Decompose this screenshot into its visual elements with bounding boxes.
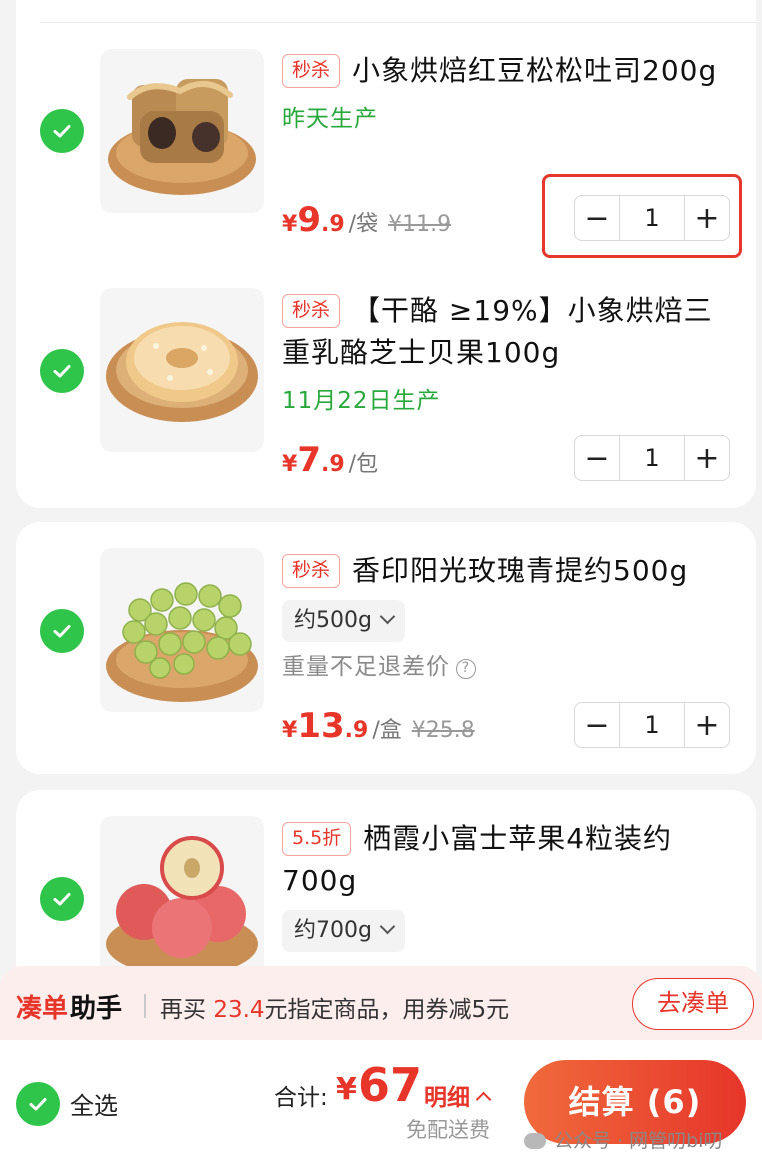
- item-check-icon[interactable]: [40, 349, 84, 393]
- divider: [40, 22, 756, 23]
- promo-tag: 5.5折: [282, 822, 352, 856]
- total-currency: ¥: [336, 1072, 357, 1107]
- helper-title-b: 助手: [70, 994, 123, 1024]
- minus-button[interactable]: −: [575, 436, 619, 480]
- price-unit: /盒: [372, 718, 402, 743]
- original-price: ¥25.8: [411, 718, 475, 743]
- plus-button[interactable]: +: [685, 703, 729, 747]
- spec-select[interactable]: 约700g: [282, 910, 405, 952]
- spec-select[interactable]: 约500g: [282, 600, 405, 642]
- detail-toggle[interactable]: 明细: [424, 1078, 492, 1112]
- price: ¥13.9/盒 ¥25.8: [282, 706, 475, 746]
- select-all-check-icon[interactable]: [16, 1082, 60, 1126]
- item-info: 秒杀 香印阳光玫瑰青提约500g 约500g 重量不足退差价?: [282, 550, 736, 682]
- plus-button[interactable]: +: [685, 436, 729, 480]
- quantity-stepper: − 1 +: [574, 702, 730, 748]
- production-date: 11月22日生产: [282, 388, 441, 414]
- chevron-down-icon: [379, 608, 396, 625]
- total-value: 67: [358, 1058, 423, 1112]
- divider: [144, 994, 146, 1018]
- item-check-icon[interactable]: [40, 877, 84, 921]
- select-all-label[interactable]: 全选: [70, 1086, 118, 1121]
- quantity-stepper: − 1 +: [574, 435, 730, 481]
- promo-tag: 秒杀: [282, 294, 341, 328]
- product-image[interactable]: [100, 816, 264, 980]
- product-image[interactable]: [100, 288, 264, 452]
- price-unit: /包: [348, 452, 379, 477]
- product-title[interactable]: 5.5折 栖霞小富士苹果4粒装约700g: [282, 818, 736, 902]
- product-title[interactable]: 秒杀 香印阳光玫瑰青提约500g: [282, 550, 736, 592]
- go-bundle-button[interactable]: 去凑单: [632, 978, 754, 1030]
- chevron-down-icon: [379, 918, 396, 935]
- checkout-footer: 全选 合计: ¥ 67 明细 免配送费 结算 (6) 公众号 · 网管叨bi叨: [0, 1040, 762, 1170]
- help-icon[interactable]: ?: [456, 659, 476, 679]
- quantity-value[interactable]: 1: [619, 436, 685, 480]
- free-shipping-text: 免配送费: [406, 1118, 490, 1142]
- minus-button[interactable]: −: [575, 703, 619, 747]
- quantity-value[interactable]: 1: [619, 703, 685, 747]
- cart-card-bakery: 秒杀 小象烘焙红豆松松吐司200g 昨天生产 ¥9.9/袋 ¥11.9 − 1 +: [16, 0, 756, 508]
- cart-card-grapes: 秒杀 香印阳光玫瑰青提约500g 约500g 重量不足退差价? ¥13.9/盒 ¥2…: [16, 522, 756, 774]
- item-check-icon[interactable]: [40, 609, 84, 653]
- product-image[interactable]: [100, 548, 264, 712]
- chevron-up-icon: [475, 1091, 492, 1108]
- total-label: 合计:: [274, 1085, 328, 1111]
- helper-amount: 23.4: [213, 997, 265, 1023]
- promo-tag: 秒杀: [282, 554, 341, 588]
- original-price: ¥11.9: [388, 212, 452, 237]
- promo-tag: 秒杀: [282, 54, 341, 88]
- product-title[interactable]: 秒杀 【干酪 ≥19%】小象烘焙三重乳酪芝士贝果100g: [282, 290, 736, 374]
- watermark: 公众号 · 网管叨bi叨: [524, 1126, 722, 1153]
- item-check-icon[interactable]: [40, 109, 84, 153]
- helper-title-a: 凑单: [16, 994, 69, 1024]
- wechat-icon: [524, 1133, 546, 1149]
- highlight-box: [542, 174, 742, 258]
- price: ¥9.9/袋 ¥11.9: [282, 200, 452, 240]
- product-title[interactable]: 秒杀 小象烘焙红豆松松吐司200g: [282, 50, 736, 92]
- price-unit: /袋: [348, 212, 379, 237]
- item-info: 5.5折 栖霞小富士苹果4粒装约700g 约700g: [282, 818, 736, 952]
- weight-note: 重量不足退差价?: [282, 652, 736, 682]
- item-info: 秒杀 小象烘焙红豆松松吐司200g 昨天生产: [282, 50, 736, 134]
- price: ¥7.9/包: [282, 440, 379, 480]
- item-info: 秒杀 【干酪 ≥19%】小象烘焙三重乳酪芝士贝果100g 11月22日生产: [282, 290, 736, 416]
- product-image[interactable]: [100, 49, 264, 213]
- helper-message: 再买 23.4元指定商品，用券减5元: [160, 997, 510, 1023]
- production-date: 昨天生产: [282, 106, 378, 132]
- bundle-helper-bar: 凑单 助手 再买 23.4元指定商品，用券减5元 去凑单: [0, 966, 762, 1046]
